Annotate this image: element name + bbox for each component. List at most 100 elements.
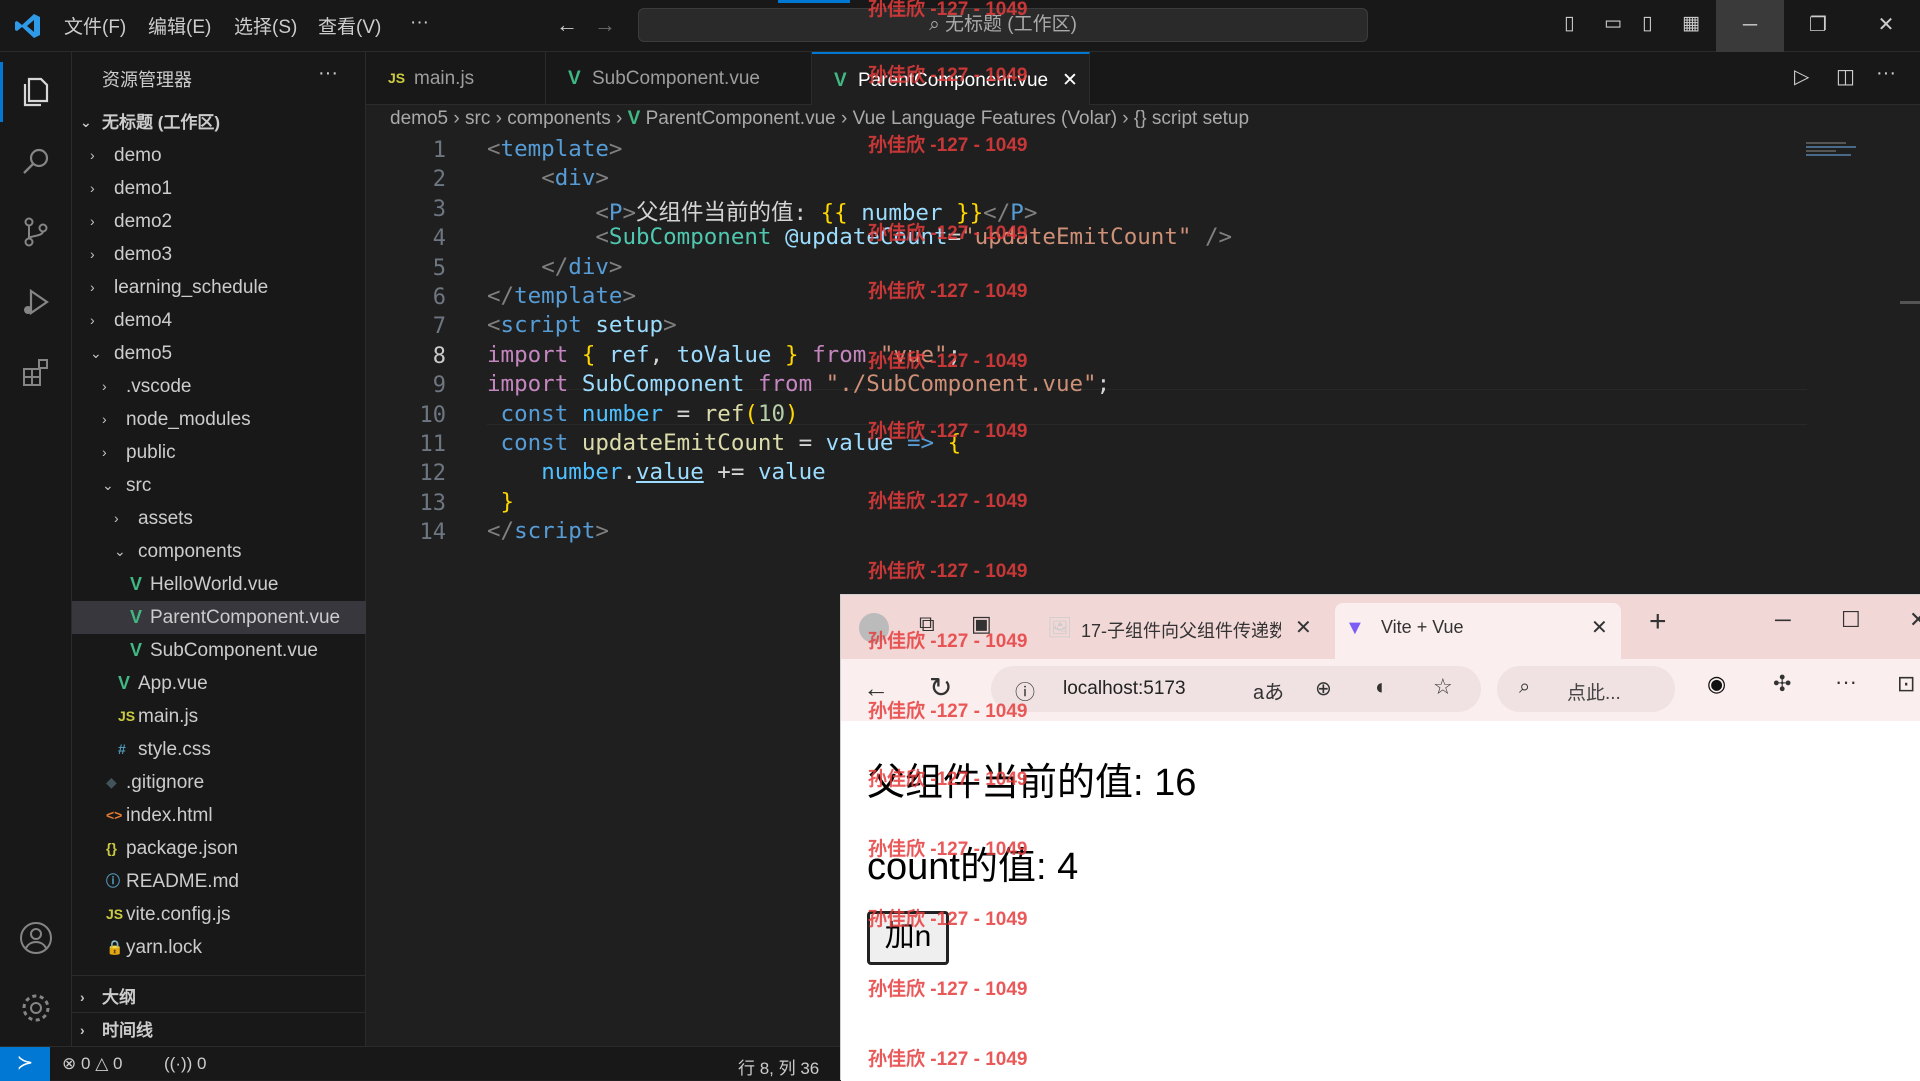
outline-section[interactable]: › 大纲 [72,981,366,1014]
browser-tab-inactive[interactable]: 🖼 17-子组件向父组件传递数 ✕ [1037,603,1323,655]
code-token: value [636,459,704,486]
code-line[interactable]: } [487,489,515,515]
code-line[interactable]: </template> [487,283,636,309]
tree-item[interactable]: › demo3 [72,238,366,271]
account-icon[interactable] [0,902,72,974]
tree-item[interactable]: ⌄ demo5 [72,337,366,370]
back-arrow-icon[interactable]: ← [556,12,578,38]
breadcrumb-item[interactable]: Vue Language Features (Volar) [853,108,1117,129]
tree-item[interactable]: V ParentComponent.vue [72,601,366,634]
customize-layout-icon[interactable]: ▦ [1682,12,1700,35]
file-type-icon: V [130,640,143,660]
tree-item[interactable]: V HelloWorld.vue [72,568,366,601]
restore-button[interactable]: ❐ [1784,0,1852,52]
tab-close-icon[interactable]: ✕ [1591,615,1608,640]
code-line[interactable]: import SubComponent from "./SubComponent… [487,371,1110,397]
editor-more-icon[interactable]: ··· [1876,62,1896,85]
explorer-icon[interactable] [0,56,72,128]
minimap[interactable] [1806,140,1870,166]
toggle-sidebar-icon[interactable]: ▯ [1564,12,1574,35]
code-line[interactable]: const number = ref(10) [487,401,799,427]
menu-selection[interactable]: 选择(S) [234,12,297,39]
tree-item[interactable]: › public [72,436,366,469]
menu-more[interactable]: ··· [410,12,429,34]
workspace-header[interactable]: ⌄ 无标题 (工作区) [72,106,366,139]
code-line[interactable]: </div> [487,254,622,280]
tree-item[interactable]: V App.vue [72,667,366,700]
tree-item[interactable]: ⓘ README.md [72,865,366,898]
code-token: < [595,224,609,251]
search-icon[interactable] [0,126,72,198]
zoom-icon[interactable]: ⊕ [1315,676,1332,701]
tree-item[interactable]: › demo [72,139,366,172]
tab-close-icon[interactable]: ✕ [1295,615,1312,640]
tree-item[interactable]: ◆ .gitignore [72,766,366,799]
tab-main-js[interactable]: JS main.js [366,52,546,105]
tree-item[interactable]: › .vscode [72,370,366,403]
copilot-icon[interactable]: ◉ [1707,671,1726,697]
browser-menu-icon[interactable]: ··· [1835,669,1857,695]
tree-item[interactable]: JS main.js [72,700,366,733]
tree-item[interactable]: › node_modules [72,403,366,436]
source-control-icon[interactable] [0,196,72,268]
browser-minimize-button[interactable]: ─ [1775,607,1791,633]
search-box[interactable]: ⌕ 点此... [1497,666,1675,712]
code-line[interactable]: number.value += value [487,459,825,486]
new-tab-button[interactable]: + [1649,605,1667,639]
tree-item[interactable]: › demo4 [72,304,366,337]
problems-indicator[interactable]: ⊗ 0 △ 0 [62,1054,122,1074]
read-aloud-icon[interactable]: aあ [1253,676,1284,705]
tree-item[interactable]: # style.css [72,733,366,766]
sidebar-more-button[interactable]: ··· [318,62,338,85]
tree-item[interactable]: V SubComponent.vue [72,634,366,667]
tree-item[interactable]: › learning_schedule [72,271,366,304]
tree-item[interactable]: › demo1 [72,172,366,205]
sidebar-toggle-icon[interactable]: ⊡ [1897,671,1915,697]
menu-file[interactable]: 文件(F) [64,12,126,39]
tree-item[interactable]: {} package.json [72,832,366,865]
browser-maximize-button[interactable]: ☐ [1841,607,1861,633]
tab-subcomponent-vue[interactable]: V SubComponent.vue [546,52,812,105]
favorite-star-icon[interactable]: ☆ [1433,674,1453,700]
breadcrumb-item[interactable]: src [465,108,490,129]
remote-indicator-icon[interactable]: ≻ [0,1047,50,1081]
run-debug-icon[interactable] [0,266,72,338]
tree-item[interactable]: JS vite.config.js [72,898,366,931]
tree-item[interactable]: › assets [72,502,366,535]
close-window-button[interactable]: ✕ [1852,0,1920,52]
split-editor-icon[interactable]: ◫ [1836,64,1855,89]
tree-item[interactable]: 🔒 yarn.lock [72,931,366,964]
extensions-icon[interactable] [0,336,72,408]
tree-item[interactable]: <> index.html [72,799,366,832]
manage-gear-icon[interactable] [0,972,72,1044]
breadcrumb-item[interactable]: {} script setup [1134,108,1249,129]
code-line[interactable]: <template> [487,136,622,162]
toggle-secondary-sidebar-icon[interactable]: ▯ [1642,12,1652,35]
run-icon[interactable]: ▷ [1794,64,1809,89]
forward-arrow-icon[interactable]: → [594,12,616,38]
tree-item[interactable]: ⌄ components [72,535,366,568]
address-bar[interactable]: ⓘ localhost:5173 aあ ⊕ ◐ ☆ [991,666,1481,712]
code-line[interactable]: <div> [487,165,609,191]
edge-refresh-icon[interactable]: ◐ [1375,674,1388,700]
minimize-button[interactable]: ─ [1716,0,1784,52]
extensions-puzzle-icon[interactable]: ✣ [1773,671,1791,697]
code-line[interactable]: <SubComponent @updateCount="updateEmitCo… [487,224,1232,250]
menu-edit[interactable]: 编辑(E) [148,12,211,39]
toggle-panel-icon[interactable]: ▭ [1604,12,1622,35]
tree-item[interactable]: › demo2 [72,205,366,238]
ports-indicator[interactable]: ((·)) 0 [164,1054,207,1074]
timeline-section[interactable]: › 时间线 [72,1014,366,1047]
code-line[interactable]: </script> [487,518,609,544]
breadcrumb-item[interactable]: components [507,108,611,129]
breadcrumb-item[interactable]: ParentComponent.vue [646,108,836,129]
browser-tab-active[interactable]: ▼ Vite + Vue ✕ [1335,603,1621,659]
scrollbar-indicator[interactable] [1900,301,1920,304]
browser-close-button[interactable]: ✕ [1909,607,1920,633]
tree-item[interactable]: ⌄ src [72,469,366,502]
cursor-position[interactable]: 行 8, 列 36 [738,1054,819,1079]
code-line[interactable]: <script setup> [487,312,677,338]
breadcrumb-item[interactable]: demo5 [390,108,448,129]
tab-close-icon[interactable]: ✕ [1062,54,1078,107]
menu-view[interactable]: 查看(V) [318,12,381,39]
